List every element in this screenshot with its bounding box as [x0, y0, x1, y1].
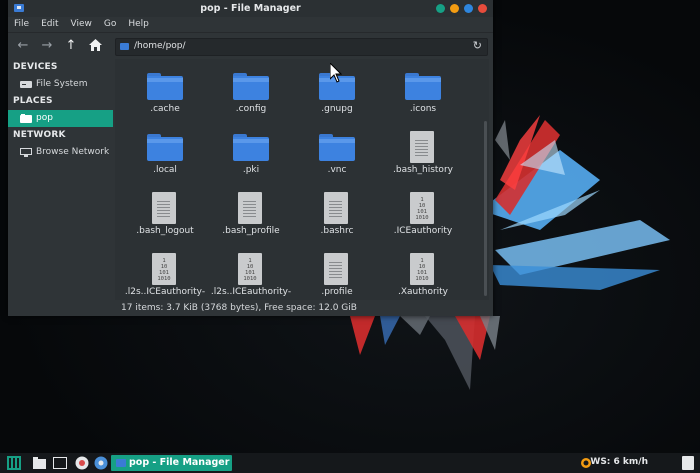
text-file-icon	[152, 192, 176, 224]
file-label: .bash_history	[393, 165, 453, 175]
app-menu-icon[interactable]	[7, 456, 21, 470]
sidebar-item-label: Browse Network	[36, 147, 110, 157]
folder-icon	[20, 114, 32, 123]
menu-file[interactable]: File	[8, 17, 35, 32]
file-item[interactable]: .profile	[294, 242, 380, 300]
file-label: .bashrc	[320, 226, 354, 236]
file-label: .config	[235, 104, 267, 114]
file-item[interactable]: 1 10 101 1010 .l2s..ICEauthority-	[208, 242, 294, 300]
file-item[interactable]: .pki	[208, 120, 294, 180]
sidebar-item-browse-network[interactable]: Browse Network	[8, 144, 113, 161]
arrow-left-icon[interactable]: ←	[15, 39, 31, 53]
file-label: .pki	[242, 165, 260, 175]
file-item[interactable]: .bash_profile	[208, 181, 294, 241]
file-item[interactable]: .local	[122, 120, 208, 180]
folder-icon	[405, 73, 441, 100]
file-item[interactable]: 1 10 101 1010 .l2s..ICEauthority-	[122, 242, 208, 300]
file-item[interactable]: 1 10 101 1010 .Xauthority	[380, 242, 466, 300]
file-label: .Xauthority	[397, 287, 449, 297]
close-button[interactable]	[478, 4, 487, 13]
menu-bar: File Edit View Go Help	[8, 17, 493, 32]
binary-file-icon: 1 10 101 1010	[410, 253, 434, 285]
network-icon	[20, 148, 32, 157]
file-label: .vnc	[327, 165, 347, 175]
menu-go[interactable]: Go	[98, 17, 122, 32]
home-icon[interactable]	[87, 39, 103, 53]
file-label: .ICEauthority	[393, 226, 453, 236]
window-title: pop - File Manager	[200, 3, 301, 14]
menu-edit[interactable]: Edit	[35, 17, 64, 32]
tray-calendar-icon[interactable]	[682, 456, 694, 470]
file-item[interactable]: .icons	[380, 59, 466, 119]
reload-icon[interactable]: ↻	[473, 39, 482, 52]
sidebar-item-pop[interactable]: pop	[8, 110, 113, 127]
binary-file-icon: 1 10 101 1010	[238, 253, 262, 285]
sidebar-item-label: File System	[36, 79, 88, 89]
folder-icon	[233, 134, 269, 161]
arrow-up-icon[interactable]: ↑	[63, 39, 79, 53]
title-bar[interactable]: pop - File Manager	[8, 0, 493, 17]
menu-help[interactable]: Help	[122, 17, 155, 32]
task-file-manager[interactable]: pop - File Manager	[111, 455, 232, 471]
sticky-button[interactable]	[436, 4, 445, 13]
devices-heading: DEVICES	[13, 62, 58, 72]
file-label: .bash_logout	[136, 226, 194, 236]
browser-launcher-icon[interactable]	[75, 456, 89, 470]
minimize-button[interactable]	[450, 4, 459, 13]
mouse-cursor	[330, 63, 342, 83]
places-heading: PLACES	[13, 96, 53, 106]
status-text: 17 items: 3.7 KiB (3768 bytes), Free spa…	[121, 303, 357, 313]
weather-text[interactable]: WS: 6 km/h	[590, 457, 648, 467]
file-label: .l2s..ICEauthority-	[210, 287, 292, 297]
file-label: .gnupg	[321, 104, 353, 114]
text-file-icon	[238, 192, 262, 224]
scrollbar[interactable]	[484, 121, 487, 296]
sidebar-item-label: pop	[36, 113, 53, 123]
folder-icon	[147, 73, 183, 100]
file-label: .icons	[409, 104, 437, 114]
location-path[interactable]: /home/pop/	[134, 41, 186, 51]
file-manager-launcher-icon[interactable]	[32, 456, 47, 470]
folder-icon	[120, 43, 129, 50]
settings-launcher-icon[interactable]	[94, 456, 108, 470]
location-bar[interactable]: /home/pop/ ↻	[115, 38, 488, 56]
network-heading: NETWORK	[13, 130, 66, 140]
binary-file-icon: 1 10 101 1010	[410, 192, 434, 224]
task-label: pop - File Manager	[129, 457, 230, 468]
file-item[interactable]: .bashrc	[294, 181, 380, 241]
folder-icon	[319, 134, 355, 161]
file-label: .profile	[321, 287, 353, 297]
taskbar: pop - File Manager WS: 6 km/h	[0, 453, 700, 473]
folder-icon	[233, 73, 269, 100]
file-label: .local	[153, 165, 177, 175]
file-item[interactable]: .cache	[122, 59, 208, 119]
file-item[interactable]: .vnc	[294, 120, 380, 180]
file-label: .bash_profile	[222, 226, 280, 236]
toolbar: ← → ↑ /home/pop/ ↻	[8, 32, 493, 60]
file-label: .l2s..ICEauthority-	[124, 287, 206, 297]
binary-file-icon: 1 10 101 1010	[152, 253, 176, 285]
maximize-button[interactable]	[464, 4, 473, 13]
sidebar-item-file-system[interactable]: File System	[8, 76, 113, 93]
text-file-icon	[324, 192, 348, 224]
status-bar: 17 items: 3.7 KiB (3768 bytes), Free spa…	[8, 301, 493, 316]
file-item[interactable]: .config	[208, 59, 294, 119]
file-item[interactable]: .bash_history	[380, 120, 466, 180]
file-manager-icon	[116, 459, 126, 467]
menu-view[interactable]: View	[65, 17, 98, 32]
folder-icon	[147, 134, 183, 161]
side-pane: DEVICES File System PLACES pop NETWORK B…	[8, 59, 113, 301]
file-item[interactable]: .bash_logout	[122, 181, 208, 241]
terminal-launcher-icon[interactable]	[53, 456, 67, 470]
drive-icon	[20, 81, 32, 88]
file-label: .cache	[150, 104, 180, 114]
text-file-icon	[410, 131, 434, 163]
file-manager-window: pop - File Manager File Edit View Go Hel…	[8, 0, 493, 316]
arrow-right-icon[interactable]: →	[39, 39, 55, 53]
file-view[interactable]: .cache .config .gnupg .icons .local .pki .vnc.…	[115, 59, 489, 300]
file-item[interactable]: 1 10 101 1010 .ICEauthority	[380, 181, 466, 241]
text-file-icon	[324, 253, 348, 285]
